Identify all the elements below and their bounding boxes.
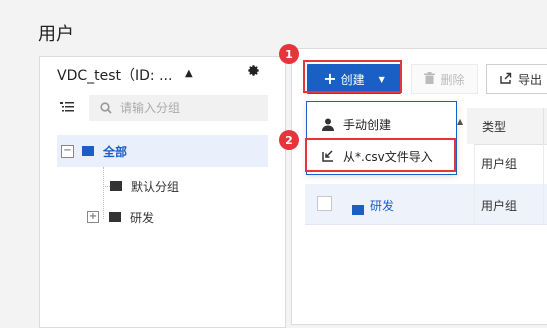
row-checkbox[interactable]	[317, 196, 332, 211]
tree-node-label: 默认分组	[131, 179, 180, 194]
column-divider	[543, 108, 544, 144]
vdc-title[interactable]: VDC_test（ID: ...	[57, 65, 172, 85]
highlight-frame-csv-import	[305, 138, 456, 172]
row-name-link[interactable]: 研发	[370, 197, 394, 214]
tree-node-label: 研发	[130, 210, 155, 225]
tree-node-rd[interactable]: + 研发	[87, 208, 154, 226]
export-label: 导出	[518, 72, 543, 87]
tree-view-icon[interactable]	[55, 95, 79, 119]
group-search-field[interactable]	[89, 95, 268, 121]
menu-item-label: 手动创建	[343, 117, 392, 132]
expand-icon[interactable]: +	[87, 211, 99, 223]
row-type-cell: 用户组	[481, 199, 518, 213]
search-icon	[100, 102, 118, 114]
table-header-cell	[467, 108, 474, 144]
gear-icon[interactable]	[247, 64, 260, 81]
caret-up-icon[interactable]: ▲	[185, 68, 193, 79]
column-divider	[543, 144, 544, 224]
sort-up-icon[interactable]: ▲	[457, 117, 463, 126]
tree-node-default-group[interactable]: 默认分组	[110, 177, 179, 195]
collapse-icon[interactable]: −	[61, 144, 74, 158]
tree-node-label: 全部	[103, 144, 128, 159]
column-divider	[474, 144, 475, 224]
tree-node-all[interactable]: − 全部	[57, 135, 268, 167]
column-header-label: 类型	[482, 120, 507, 134]
row-type-cell: 用户组	[481, 157, 518, 171]
folder-icon	[110, 181, 122, 191]
user-icon	[321, 118, 335, 131]
folder-icon	[82, 146, 94, 156]
group-tree-panel: VDC_test（ID: ... ▲ − 全部 默认分组 + 研发	[39, 56, 286, 328]
callout-badge-2: 2	[279, 130, 299, 150]
group-search-input[interactable]	[118, 100, 252, 116]
menu-item-manual-create[interactable]: 手动创建	[307, 110, 456, 138]
page-title: 用户	[38, 24, 74, 45]
highlight-frame-create	[303, 60, 402, 93]
delete-button[interactable]: 删除	[411, 64, 478, 94]
folder-icon	[352, 200, 364, 219]
export-icon	[500, 72, 512, 87]
delete-label: 删除	[440, 72, 465, 87]
trash-icon	[424, 71, 436, 87]
callout-badge-1: 1	[279, 44, 299, 64]
folder-icon	[109, 212, 121, 222]
table-header-type[interactable]: 类型	[474, 108, 547, 145]
export-button[interactable]: 导出	[486, 64, 547, 94]
